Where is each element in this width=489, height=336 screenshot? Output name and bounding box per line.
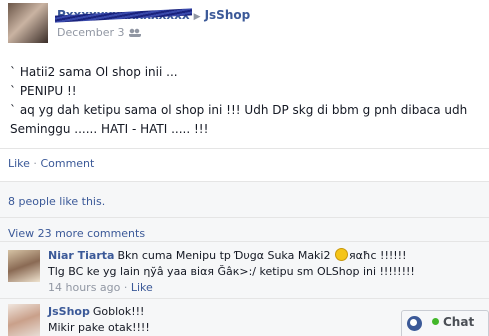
author-avatar[interactable] bbox=[8, 3, 48, 43]
author-name-link[interactable]: Pxxxxxxxxxxxxxxxx bbox=[57, 8, 190, 22]
comment-body: Bkn cuma Menipu tp Ɗυgα Suka Maki2 bbox=[117, 249, 334, 262]
arrow-right-icon: ▶ bbox=[193, 12, 201, 22]
commenter-name-link[interactable]: Niar Tiarta bbox=[48, 249, 114, 262]
comment-time[interactable]: 14 hours ago bbox=[48, 281, 120, 294]
author-line: Pxxxxxxxxxxxxxxxx ▶ JsShop bbox=[57, 8, 250, 22]
post-meta: December 3 bbox=[57, 26, 141, 39]
comment-line: Tlg BC ke yg lain ηўâ yaa віαя Ğâк>:/ ke… bbox=[48, 265, 415, 278]
comment-line: Niar Tiarta Bkn cuma Menipu tp Ɗυgα Suka … bbox=[48, 248, 478, 264]
divider bbox=[0, 148, 489, 149]
commenter-avatar[interactable] bbox=[8, 304, 40, 336]
divider bbox=[0, 217, 489, 218]
like-link[interactable]: Like bbox=[8, 157, 30, 170]
divider bbox=[0, 181, 489, 182]
comment-body-tail: яαħс !!!!!! bbox=[348, 249, 407, 262]
commenter-avatar[interactable] bbox=[8, 250, 40, 282]
notifications-button[interactable] bbox=[406, 315, 424, 333]
post-header: Pxxxxxxxxxxxxxxxx ▶ JsShop December 3 bbox=[0, 0, 489, 48]
target-page-link[interactable]: JsShop bbox=[205, 8, 251, 22]
post-actions: Like · Comment bbox=[8, 157, 94, 170]
chat-label: Chat bbox=[443, 315, 475, 329]
post-line: ` Hatii2 sama Ol shop inii ... bbox=[10, 65, 178, 79]
view-more-comments-link[interactable]: View 23 more comments bbox=[8, 227, 145, 240]
comment-link[interactable]: Comment bbox=[40, 157, 94, 170]
commenter-name-link[interactable]: JsShop bbox=[48, 305, 90, 318]
comment-text: Niar Tiarta Bkn cuma Menipu tp Ɗυgα Suka … bbox=[48, 248, 478, 296]
friends-icon bbox=[128, 28, 141, 37]
chat-button[interactable]: Chat bbox=[432, 315, 474, 329]
globe-icon bbox=[407, 316, 422, 331]
smile-icon bbox=[334, 248, 348, 261]
online-status-icon bbox=[432, 318, 439, 325]
post-body: ` Hatii2 sama Ol shop inii ... ` PENIPU … bbox=[10, 63, 480, 139]
divider bbox=[0, 241, 489, 242]
post-line: ` PENIPU !! bbox=[10, 84, 77, 98]
comment-body: Goblok!!! bbox=[92, 305, 145, 318]
comment-meta: 14 hours ago · Like bbox=[48, 281, 153, 294]
likes-count-link[interactable]: 8 people like this. bbox=[8, 195, 105, 208]
post-date[interactable]: December 3 bbox=[57, 26, 125, 39]
post-line: Seminggu ...... HATI - HATI ..... !!! bbox=[10, 122, 209, 136]
post-line: ` aq yg dah ketipu sama ol shop ini !!! … bbox=[10, 103, 468, 117]
divider bbox=[0, 298, 489, 299]
comment-like-link[interactable]: Like bbox=[131, 281, 153, 294]
action-separator: · bbox=[29, 157, 41, 170]
